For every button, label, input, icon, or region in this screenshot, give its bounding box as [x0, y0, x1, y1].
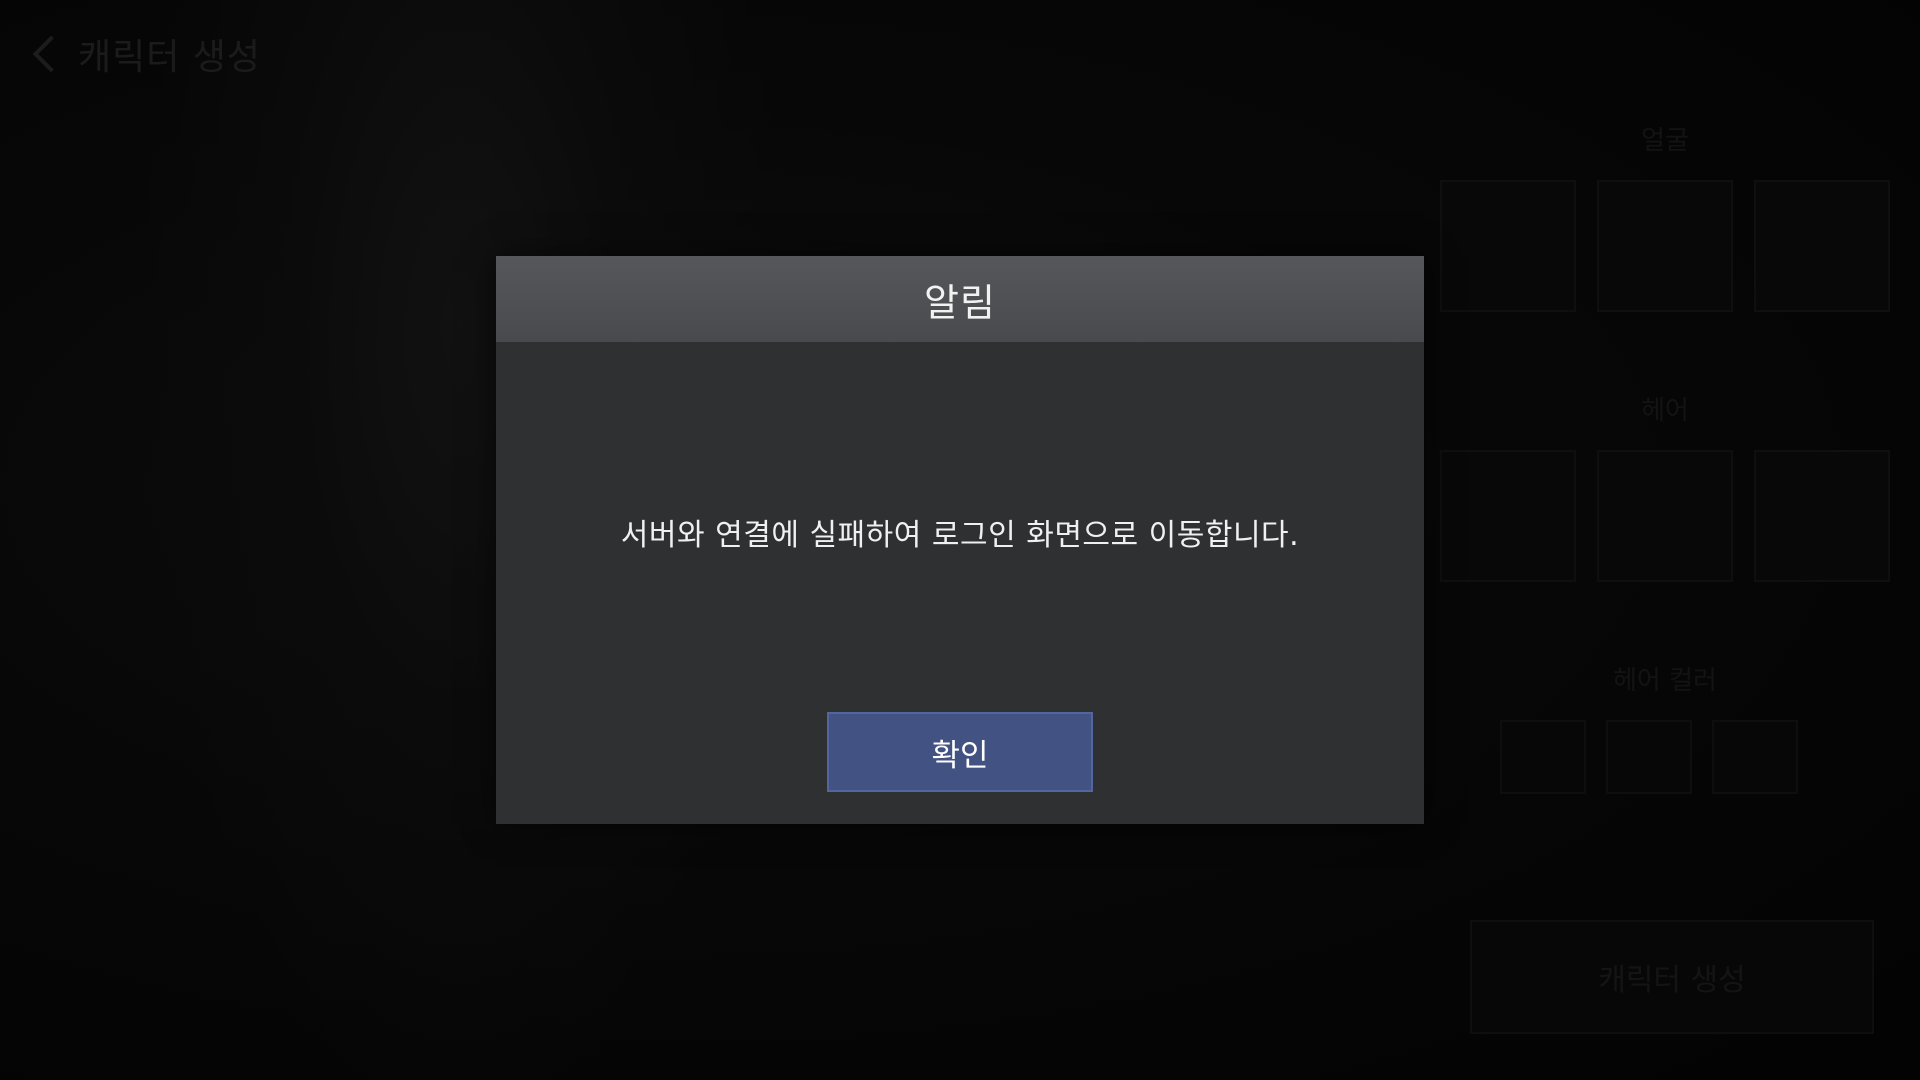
dialog-body: 서버와 연결에 실패하여 로그인 화면으로 이동합니다. [496, 342, 1424, 722]
dialog-title: 알림 [924, 280, 996, 325]
dialog-message: 서버와 연결에 실패하여 로그인 화면으로 이동합니다. [620, 518, 1300, 553]
alert-dialog: 알림 서버와 연결에 실패하여 로그인 화면으로 이동합니다. 확인 [496, 256, 1424, 824]
confirm-button[interactable]: 확인 [827, 712, 1093, 792]
game-screen: 캐릭터 생성 얼굴 헤어 헤어 컬러 캐릭터 생성 알림 서버와 연결에 실패하… [0, 0, 1920, 1080]
dialog-header: 알림 [496, 256, 1424, 342]
